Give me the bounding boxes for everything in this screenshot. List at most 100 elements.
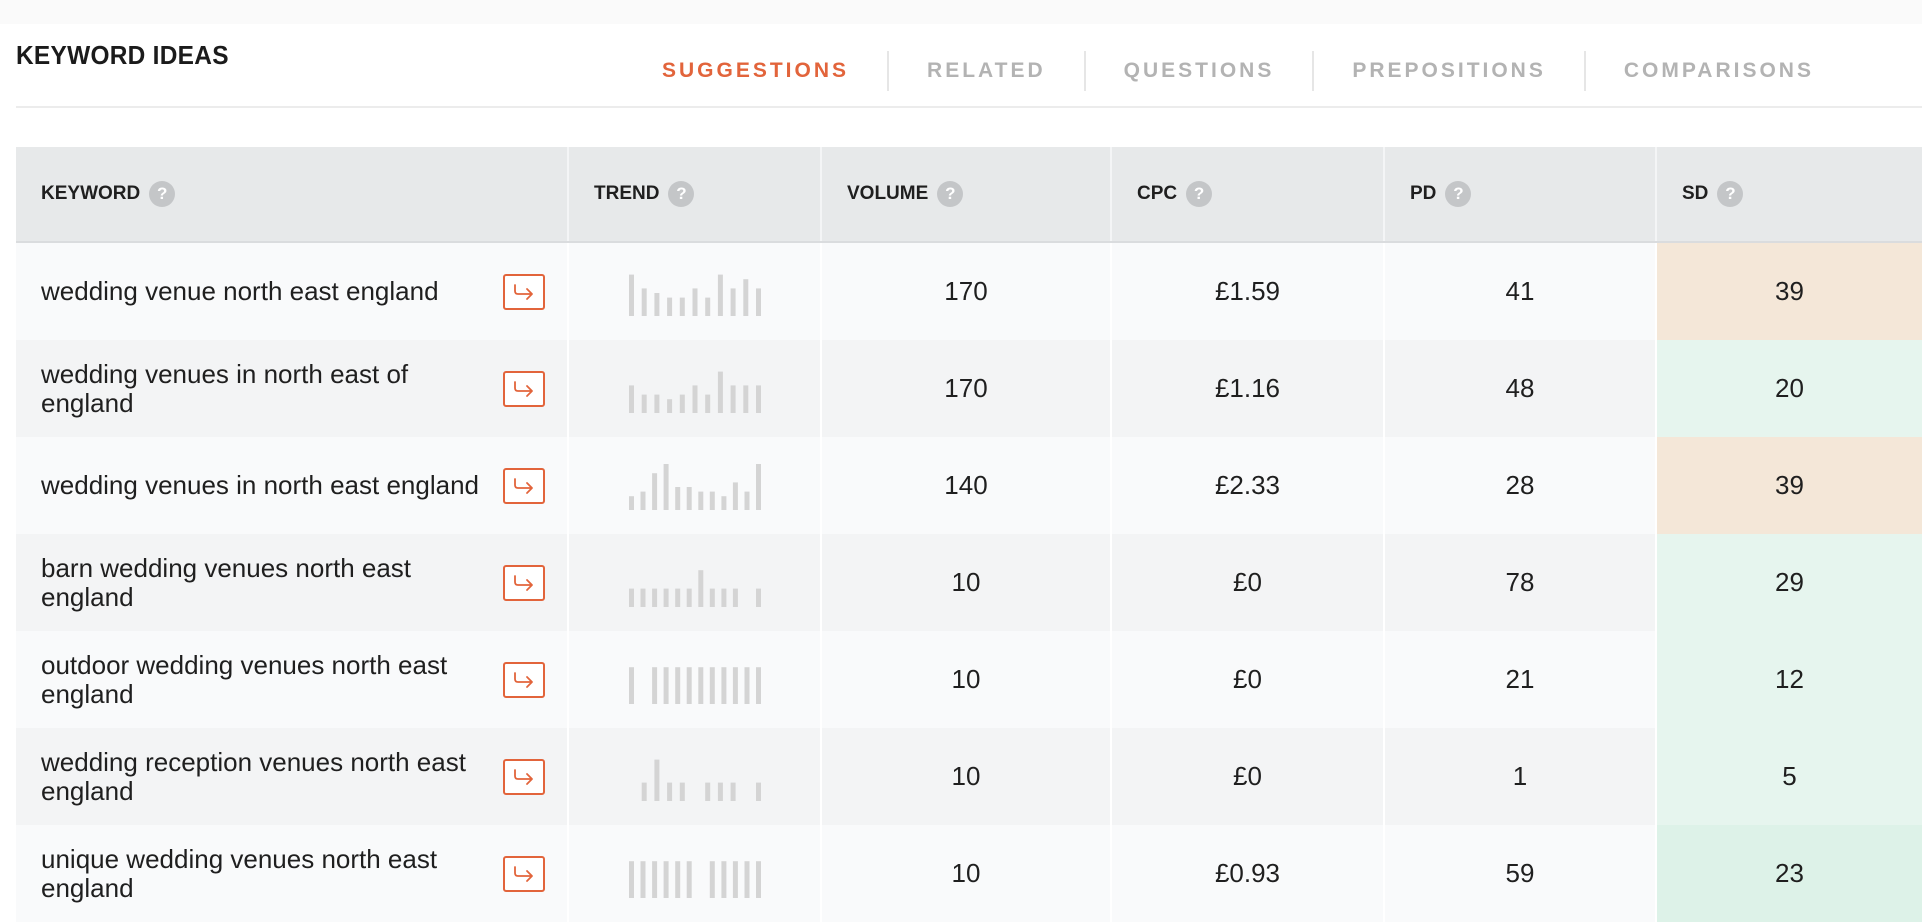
sd-cell: 12 — [1657, 631, 1922, 728]
tab-prepositions[interactable]: PREPOSITIONS — [1314, 59, 1584, 83]
trend-cell — [569, 243, 822, 340]
trend-bar — [628, 588, 634, 607]
table-row[interactable]: wedding reception venues north east engl… — [16, 728, 1922, 825]
trend-bar — [679, 394, 685, 413]
trend-cell — [569, 825, 822, 922]
trend-bar — [697, 666, 703, 704]
column-header-label: CPC — [1137, 183, 1178, 204]
trend-bar — [651, 666, 657, 704]
keyword-link[interactable]: outdoor wedding venues north east englan… — [41, 650, 496, 709]
trend-bar — [640, 588, 645, 607]
trend-bar — [686, 588, 692, 607]
trend-bar — [692, 384, 697, 413]
trend-bar — [686, 860, 692, 898]
trend-cell — [569, 437, 822, 534]
arrow-enter-glyph — [514, 865, 533, 882]
trend-bar — [742, 384, 748, 413]
arrow-enter-icon[interactable] — [503, 564, 545, 601]
trend-bar — [666, 782, 672, 801]
arrow-enter-icon[interactable] — [503, 467, 545, 504]
table-row[interactable]: outdoor wedding venues north east englan… — [16, 631, 1922, 728]
trend-bar — [730, 287, 736, 316]
column-header-pd[interactable]: PD ? — [1385, 147, 1657, 241]
arrow-enter-icon[interactable] — [503, 661, 545, 698]
pd-cell: 59 — [1385, 825, 1657, 922]
arrow-enter-icon[interactable] — [503, 273, 545, 310]
question-circle-icon[interactable]: ? — [1186, 181, 1213, 207]
keyword-link[interactable]: wedding venue north east england — [41, 277, 496, 306]
question-circle-icon[interactable]: ? — [668, 181, 695, 207]
header-divider — [16, 106, 1922, 108]
keyword-cell: outdoor wedding venues north east englan… — [16, 631, 569, 728]
keyword-cell: barn wedding venues north east england — [16, 534, 569, 631]
keyword-link[interactable]: unique wedding venues north east england — [41, 844, 496, 903]
keyword-cell: wedding venues in north east of england — [16, 340, 569, 437]
volume-cell: 170 — [822, 243, 1112, 340]
trend-bar — [628, 666, 634, 704]
trend-bar — [709, 860, 715, 898]
tab-bar: SUGGESTIONS RELATED QUESTIONS PREPOSITIO… — [640, 50, 1852, 92]
trend-bar — [679, 782, 685, 801]
tab-comparisons[interactable]: COMPARISONS — [1586, 59, 1852, 83]
column-header-sd[interactable]: SD ? — [1657, 147, 1922, 241]
table-row[interactable]: unique wedding venues north east england… — [16, 825, 1922, 922]
question-circle-icon[interactable]: ? — [149, 181, 176, 207]
column-header-label: PD — [1410, 183, 1437, 204]
pd-cell: 48 — [1385, 340, 1657, 437]
trend-bar — [663, 666, 669, 704]
trend-bar — [720, 666, 726, 704]
trend-bar — [697, 569, 703, 607]
cpc-cell: £2.33 — [1112, 437, 1385, 534]
pd-cell: 78 — [1385, 534, 1657, 631]
trend-bar — [653, 292, 659, 316]
column-header-trend[interactable]: TREND ? — [569, 147, 822, 241]
trend-bar — [653, 394, 659, 413]
question-circle-icon[interactable]: ? — [1717, 181, 1744, 207]
trend-bar — [666, 398, 672, 413]
trend-bar — [674, 486, 680, 510]
arrow-enter-icon[interactable] — [503, 855, 545, 892]
trend-bar — [755, 287, 761, 316]
column-header-label: TREND — [594, 183, 660, 204]
table-row[interactable]: wedding venue north east england 170 £1.59… — [16, 243, 1922, 340]
trend-bar — [730, 782, 736, 801]
trend-bar — [628, 384, 634, 413]
tab-related[interactable]: RELATED — [889, 59, 1084, 83]
keyword-link[interactable]: wedding venues in north east of england — [41, 359, 496, 418]
trend-sparkline — [628, 463, 761, 510]
trend-bar — [755, 463, 761, 510]
column-header-keyword[interactable]: KEYWORD ? — [16, 147, 569, 241]
table-row[interactable]: wedding venues in north east of england 1… — [16, 340, 1922, 437]
trend-bar — [709, 588, 715, 607]
arrow-enter-icon[interactable] — [503, 758, 545, 795]
table-row[interactable]: barn wedding venues north east england 10… — [16, 534, 1922, 631]
arrow-enter-glyph — [514, 477, 533, 494]
column-header-volume[interactable]: VOLUME ? — [822, 147, 1112, 241]
trend-bar — [720, 860, 726, 898]
trend-bar — [717, 782, 723, 801]
page-title: KEYWORD IDEAS — [16, 40, 229, 70]
keyword-link[interactable]: barn wedding venues north east england — [41, 553, 496, 612]
keyword-link[interactable]: wedding venues in north east england — [41, 471, 496, 500]
question-circle-icon[interactable]: ? — [1445, 181, 1472, 207]
question-circle-icon[interactable]: ? — [937, 181, 964, 207]
pd-cell: 28 — [1385, 437, 1657, 534]
trend-bar — [755, 384, 761, 413]
arrow-enter-glyph — [514, 574, 533, 591]
column-header-label: VOLUME — [847, 183, 929, 204]
table-row[interactable]: wedding venues in north east england 140 £… — [16, 437, 1922, 534]
arrow-enter-icon[interactable] — [503, 370, 545, 407]
keyword-cell: wedding venues in north east england — [16, 437, 569, 534]
keyword-link[interactable]: wedding reception venues north east engl… — [41, 747, 496, 806]
tab-suggestions[interactable]: SUGGESTIONS — [640, 59, 887, 83]
trend-bar — [730, 384, 736, 413]
column-header-label: KEYWORD — [41, 183, 141, 204]
keyword-table: KEYWORD ? TREND ? VOLUME ? CPC ? PD ? SD… — [16, 147, 1922, 922]
trend-bar — [640, 491, 645, 510]
keyword-cell: wedding reception venues north east engl… — [16, 728, 569, 825]
column-header-cpc[interactable]: CPC ? — [1112, 147, 1385, 241]
trend-bar — [720, 588, 726, 607]
tab-questions[interactable]: QUESTIONS — [1086, 59, 1313, 83]
trend-cell — [569, 728, 822, 825]
trend-bar — [709, 491, 715, 510]
